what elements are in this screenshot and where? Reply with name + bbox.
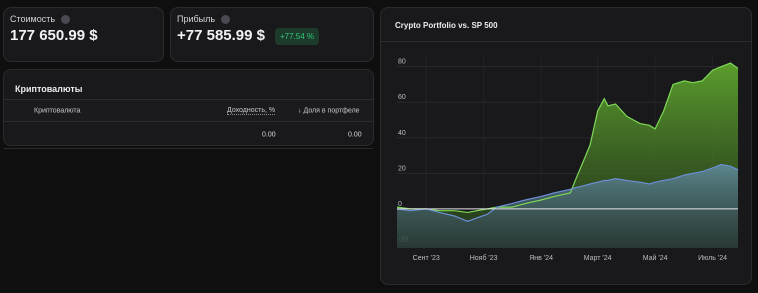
y-tick-label: 40 [398,130,406,137]
row-share: 0.00 [348,131,362,139]
profit-card: Прибыль +77 585.99 $ +77.54 % [170,7,374,62]
column-header-yield[interactable]: Доходность, % [227,107,276,115]
table-row[interactable]: 0.00 0.00 [4,122,373,149]
table-header: Криптовалюта Доходность, % ↓ Доля в портф… [4,99,373,122]
crypto-table-title: Криптовалюты [15,84,83,94]
y-tick-label: 80 [398,59,406,66]
y-tick-label: 60 [398,94,406,101]
row-yield: 0.00 [262,131,276,139]
value-label: Стоимость [10,14,56,24]
chart-card: Crypto Portfolio vs. SP 500 806040200-20… [380,7,752,285]
x-tick-label: Нояб '23 [470,254,498,262]
x-tick-label: Янв '24 [529,255,553,262]
x-tick-label: Июль '24 [698,255,727,262]
column-header-name[interactable]: Криптовалюта [34,107,80,114]
comparison-chart[interactable]: 806040200-20Сент '23Нояб '23Янв '24Март … [381,8,753,286]
column-header-share[interactable]: ↓ Доля в портфеле [298,107,360,114]
profit-percent-badge: +77.54 % [275,28,320,45]
x-tick-label: Март '24 [584,255,612,262]
profit-value: +77 585.99 $ [177,27,266,44]
info-icon[interactable] [221,14,231,24]
column-header-share-label: Доля в портфеле [303,107,360,114]
y-tick-label: 20 [398,165,406,172]
x-tick-label: Сент '23 [413,255,440,262]
portfolio-value: 177 650.99 $ [10,27,98,44]
x-tick-label: Май '24 [643,254,668,262]
info-icon[interactable] [61,14,71,24]
crypto-table-card: Криптовалюты Криптовалюта Доходность, % … [3,69,374,149]
portfolio-value-card: Стоимость 177 650.99 $ [3,7,164,62]
profit-label: Прибыль [177,14,216,24]
sort-down-icon: ↓ [298,107,302,114]
sp500-area [397,164,738,248]
